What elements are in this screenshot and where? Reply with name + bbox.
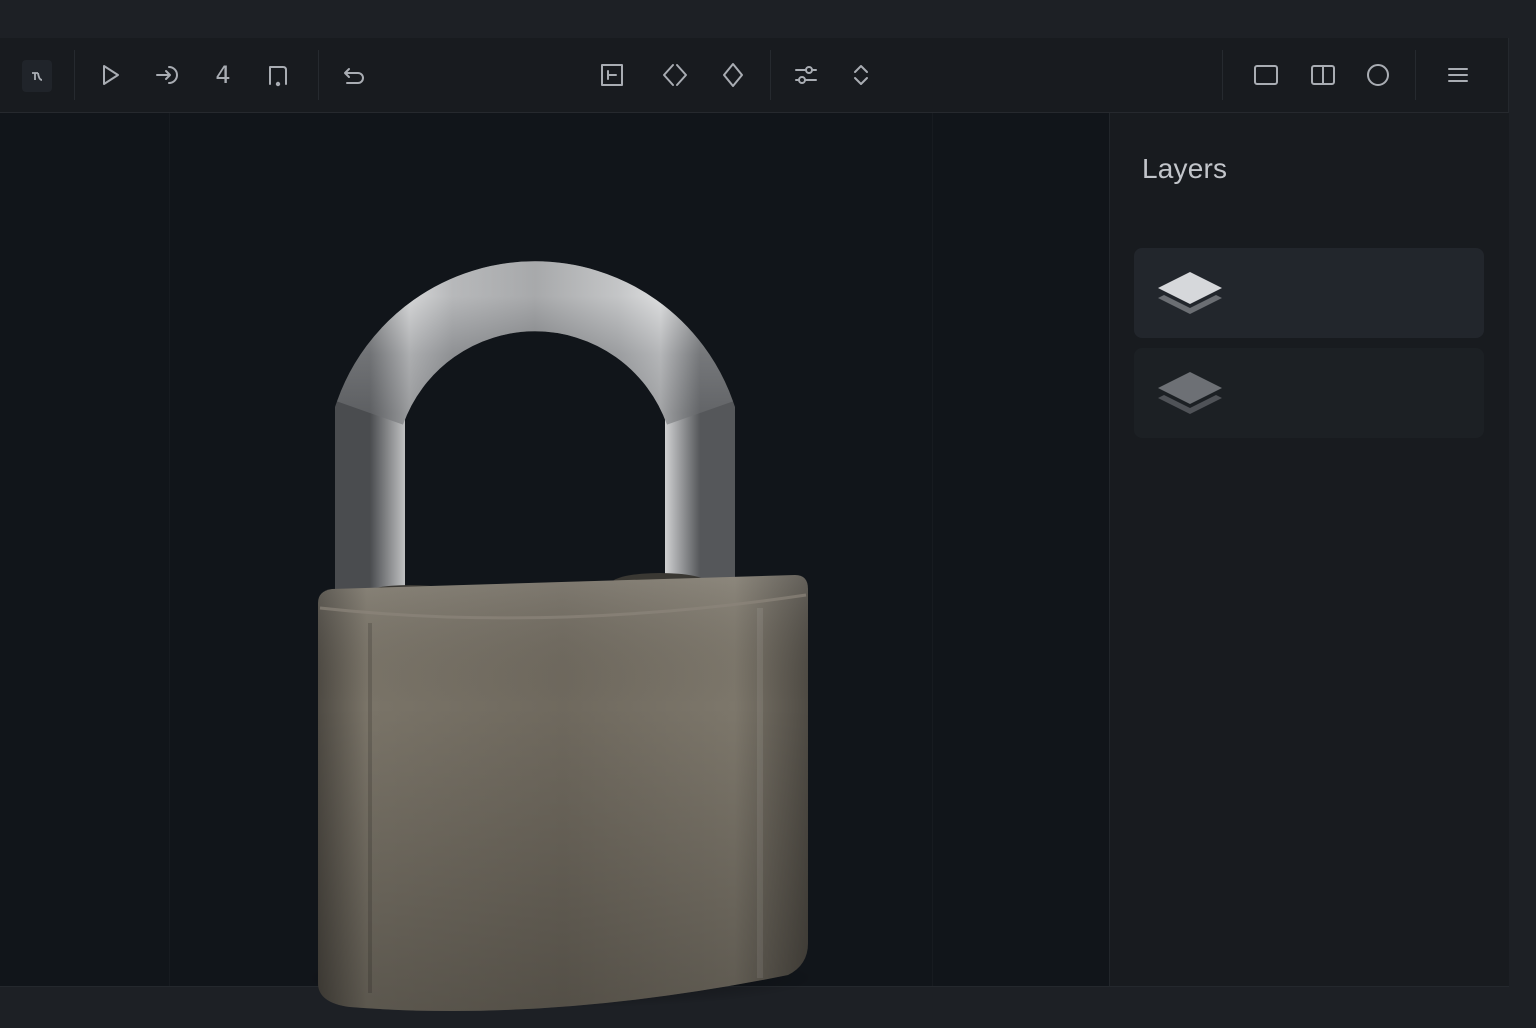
align-box-icon[interactable]: [592, 55, 632, 95]
arrow-into-icon[interactable]: [148, 55, 188, 95]
layer-stack-icon: [1158, 372, 1222, 414]
canvas-guide: [169, 113, 170, 986]
layer-item-1[interactable]: [1134, 248, 1484, 338]
toolbar-separator: [1415, 50, 1416, 100]
panel-title: Layers: [1142, 153, 1228, 184]
diamond-split-icon[interactable]: [655, 55, 695, 95]
toolbar-separator: [74, 50, 75, 100]
padlock-icon: [300, 261, 820, 1011]
layer-item-2[interactable]: [1134, 348, 1484, 438]
padlock-object[interactable]: [290, 223, 850, 1023]
crop-frame-icon[interactable]: [258, 55, 298, 95]
play-icon[interactable]: [90, 55, 130, 95]
undo-icon[interactable]: [334, 55, 374, 95]
sort-arrows-icon[interactable]: [841, 55, 881, 95]
single-view-icon[interactable]: [1246, 55, 1286, 95]
toolbar-separator: [1222, 50, 1223, 100]
canvas-viewport[interactable]: [0, 113, 1109, 1011]
split-view-icon[interactable]: [1303, 55, 1343, 95]
editor-window: 4 Layers: [0, 38, 1509, 1011]
mode-icon[interactable]: [22, 60, 52, 92]
layer-stack-icon: [1158, 272, 1222, 314]
layers-panel: Layers: [1109, 113, 1509, 986]
canvas-guide: [932, 113, 933, 986]
diamond-icon[interactable]: [713, 55, 753, 95]
menu-icon[interactable]: [1438, 55, 1478, 95]
toolbar: 4: [0, 38, 1508, 113]
number-four-label: 4: [215, 61, 231, 89]
number-four-icon[interactable]: 4: [203, 55, 243, 95]
sliders-icon[interactable]: [786, 55, 826, 95]
circle-icon[interactable]: [1358, 55, 1398, 95]
toolbar-separator: [318, 50, 319, 100]
toolbar-separator: [770, 50, 771, 100]
